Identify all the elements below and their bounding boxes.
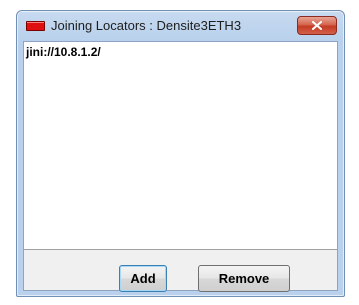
add-button[interactable]: Add	[119, 265, 167, 292]
title-bar[interactable]: Joining Locators : Densite3ETH3	[17, 11, 344, 41]
close-button[interactable]	[297, 16, 337, 35]
joining-locators-dialog: Joining Locators : Densite3ETH3 jini://1…	[16, 10, 345, 297]
close-icon	[312, 21, 322, 30]
app-icon	[26, 21, 45, 31]
remove-button-label: Remove	[218, 271, 270, 286]
remove-button[interactable]: Remove	[198, 265, 290, 292]
dialog-content: jini://10.8.1.2/ Add Remove	[23, 41, 338, 292]
locator-list[interactable]: jini://10.8.1.2/	[24, 42, 337, 250]
window-title: Joining Locators : Densite3ETH3	[51, 18, 242, 33]
add-button-label: Add	[130, 271, 156, 286]
locator-list-item[interactable]: jini://10.8.1.2/	[26, 45, 101, 59]
